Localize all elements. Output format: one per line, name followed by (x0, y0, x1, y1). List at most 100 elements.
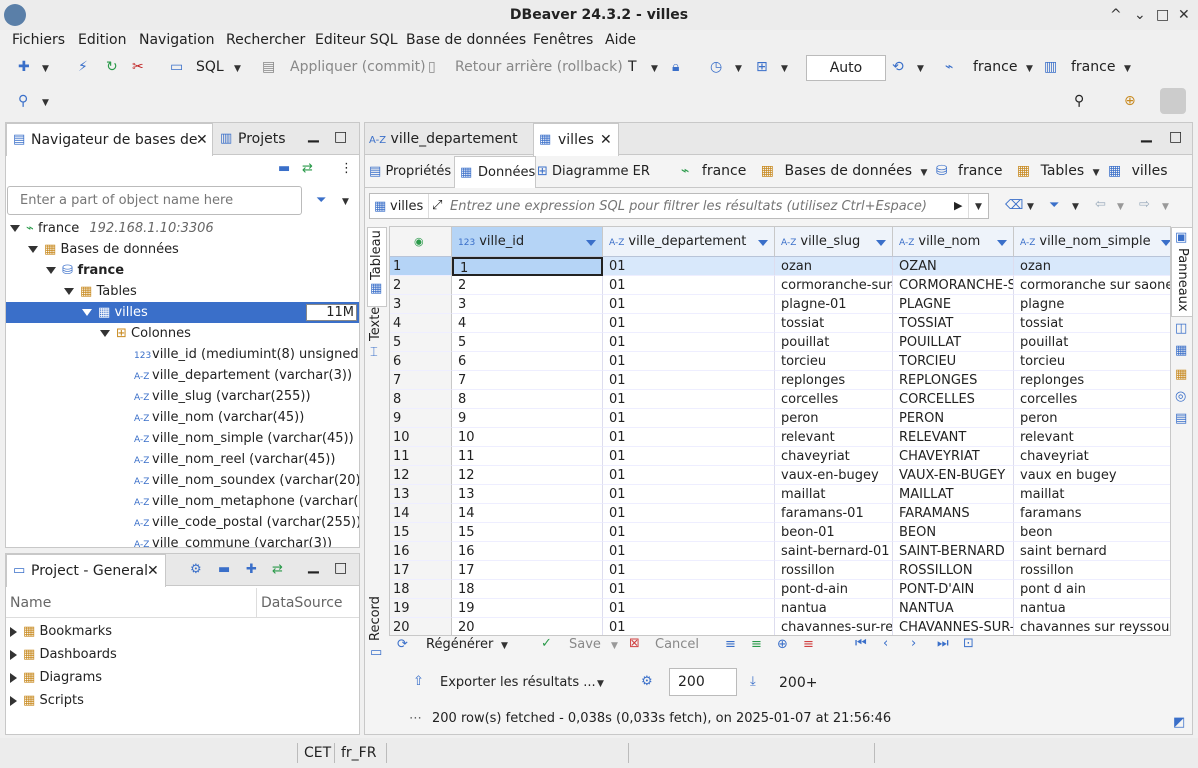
project-item-bookmarks[interactable]: ▦ Bookmarks (10, 621, 112, 642)
sort-icon[interactable] (1161, 240, 1170, 246)
tree-table-villes[interactable]: ▦ villes 11M (6, 302, 359, 323)
chevron-down-icon[interactable]: ▼ (597, 679, 604, 689)
table-cell-ville-nom-simple[interactable]: cormoranche sur saone (1014, 276, 1170, 295)
table-cell-ville-id[interactable]: 9 (452, 409, 603, 428)
table-cell-ville-nom-simple[interactable]: saint bernard (1014, 542, 1170, 561)
tree-column[interactable]: A-Z ville_nom_reel (varchar(45)) (134, 449, 335, 470)
chevron-down-icon[interactable]: ▼ (920, 168, 927, 178)
row-number[interactable]: 9 (390, 409, 452, 428)
table-cell-ville-nom[interactable]: POUILLAT (893, 333, 1014, 352)
save-icon[interactable]: ✓ (541, 636, 552, 651)
table-cell-ville-nom-simple[interactable]: nantua (1014, 599, 1170, 618)
table-cell-ville-slug[interactable]: tossiat (775, 314, 893, 333)
chevron-down-icon[interactable]: ▼ (1026, 64, 1033, 74)
fit-columns-icon[interactable]: ⊡ (963, 636, 974, 651)
chevron-down-icon[interactable]: ▼ (234, 64, 241, 74)
table-cell-ville-departement[interactable]: 01 (603, 561, 775, 580)
menu-edition[interactable]: Edition (78, 32, 126, 48)
table-cell-ville-nom[interactable]: OZAN (893, 257, 1014, 276)
database-tools-icon[interactable]: ⊞ (756, 59, 768, 75)
table-cell-ville-nom[interactable]: MAILLAT (893, 485, 1014, 504)
table-cell-ville-departement[interactable]: 01 (603, 333, 775, 352)
table-cell-ville-nom[interactable]: PLAGNE (893, 295, 1014, 314)
table-cell-ville-nom-simple[interactable]: plagne (1014, 295, 1170, 314)
table-cell-ville-nom-simple[interactable]: pouillat (1014, 333, 1170, 352)
row-number[interactable]: 1 (390, 257, 452, 276)
table-cell-ville-id[interactable]: 14 (452, 504, 603, 523)
grid-corner[interactable]: ◉ (390, 227, 452, 257)
table-cell-ville-nom-simple[interactable]: corcelles (1014, 390, 1170, 409)
table-cell-ville-nom-simple[interactable]: replonges (1014, 371, 1170, 390)
copy-row-icon[interactable]: ⊕ (777, 637, 788, 652)
settings-icon[interactable]: ⚙ (190, 562, 202, 577)
table-cell-ville-departement[interactable]: 01 (603, 504, 775, 523)
minimize-icon[interactable]: ▁ (308, 127, 319, 143)
lock-icon[interactable]: 🔒︎ (672, 59, 679, 75)
menu-aide[interactable]: Aide (605, 32, 636, 48)
chevron-down-icon[interactable]: ▼ (611, 641, 618, 651)
table-cell-ville-id[interactable]: 12 (452, 466, 603, 485)
references-panel-icon[interactable]: ▤ (1175, 411, 1187, 426)
tree-column[interactable]: A-Z ville_nom (varchar(45)) (134, 407, 304, 428)
table-cell-ville-nom[interactable]: ROSSILLON (893, 561, 1014, 580)
chevron-down-icon[interactable]: ▼ (1027, 202, 1034, 212)
edit-row-icon[interactable]: ≡ (725, 637, 736, 652)
column-header-ville-nom-simple[interactable]: A-Z ville_nom_simple (1014, 227, 1170, 257)
breadcrumb-connection[interactable]: france (702, 163, 746, 179)
row-number[interactable]: 16 (390, 542, 452, 561)
menu-editeur-sql[interactable]: Editeur SQL (315, 32, 398, 48)
table-cell-ville-departement[interactable]: 01 (603, 618, 775, 635)
tree-column[interactable]: A-Z ville_commune (varchar(3)) (134, 533, 332, 547)
chevron-down-icon[interactable]: ▼ (735, 64, 742, 74)
perspective-icon[interactable]: ⊕ (1124, 93, 1136, 109)
table-cell-ville-slug[interactable]: ozan (775, 257, 893, 276)
menu-rechercher[interactable]: Rechercher (226, 32, 305, 48)
row-number[interactable]: 15 (390, 523, 452, 542)
table-cell-ville-id[interactable]: 11 (452, 447, 603, 466)
connection-icon[interactable]: ⌁ (945, 59, 953, 75)
first-page-icon[interactable]: ⏮ (855, 636, 867, 651)
menu-base-de-donnees[interactable]: Base de données (406, 32, 526, 48)
chevron-down-icon[interactable]: ▼ (781, 64, 788, 74)
table-cell-ville-nom-simple[interactable]: tossiat (1014, 314, 1170, 333)
chevron-down-icon[interactable]: ▼ (1093, 168, 1100, 178)
row-number[interactable]: 14 (390, 504, 452, 523)
table-cell-ville-departement[interactable]: 01 (603, 466, 775, 485)
shade-icon[interactable]: ^ (1110, 0, 1122, 30)
menu-fichiers[interactable]: Fichiers (12, 32, 65, 48)
subtab-donnees[interactable]: ▦ Données (454, 156, 536, 188)
cancel-icon[interactable]: ⊠ (629, 636, 640, 651)
table-cell-ville-nom-simple[interactable]: beon (1014, 523, 1170, 542)
expand-icon[interactable] (46, 267, 56, 274)
vtab-panneaux[interactable]: ▣ Panneaux (1171, 227, 1193, 317)
grid-view-icon[interactable]: ▦ (370, 281, 382, 296)
maximize-icon[interactable]: □ (1156, 0, 1169, 30)
reconnect-icon[interactable]: ↻ (106, 59, 118, 75)
expand-icon[interactable] (10, 672, 17, 683)
row-number[interactable]: 17 (390, 561, 452, 580)
row-number[interactable]: 11 (390, 447, 452, 466)
table-cell-ville-slug[interactable]: faramans-01 (775, 504, 893, 523)
search-icon[interactable]: ⚲ (18, 93, 28, 109)
fetch-all-button[interactable]: 200+ (779, 675, 817, 691)
filter-icon[interactable]: ⏷ (1049, 198, 1059, 213)
text-view-icon[interactable]: ⌶ (370, 345, 378, 360)
apply-filter-icon[interactable]: ▶ (954, 199, 962, 212)
transaction-mode-field[interactable]: Auto (806, 55, 886, 81)
cancel-button[interactable]: Cancel (655, 637, 699, 652)
breadcrumb-databases[interactable]: Bases de données (784, 163, 912, 179)
transaction-mode-icon[interactable]: T (628, 59, 637, 75)
table-cell-ville-departement[interactable]: 01 (603, 390, 775, 409)
table-cell-ville-nom[interactable]: CORMORANCHE-SU (893, 276, 1014, 295)
row-number[interactable]: 20 (390, 618, 452, 635)
table-cell-ville-nom-simple[interactable]: torcieu (1014, 352, 1170, 371)
last-page-icon[interactable]: ⏭ (937, 636, 949, 651)
new-connection-icon[interactable]: ✚ (18, 59, 30, 75)
minimize-icon[interactable]: ▁ (308, 558, 319, 574)
sort-icon[interactable] (876, 240, 886, 246)
status-more-icon[interactable]: ⋯ (409, 711, 422, 726)
table-cell-ville-nom[interactable]: BEON (893, 523, 1014, 542)
row-number[interactable]: 7 (390, 371, 452, 390)
row-number[interactable]: 3 (390, 295, 452, 314)
row-number[interactable]: 8 (390, 390, 452, 409)
